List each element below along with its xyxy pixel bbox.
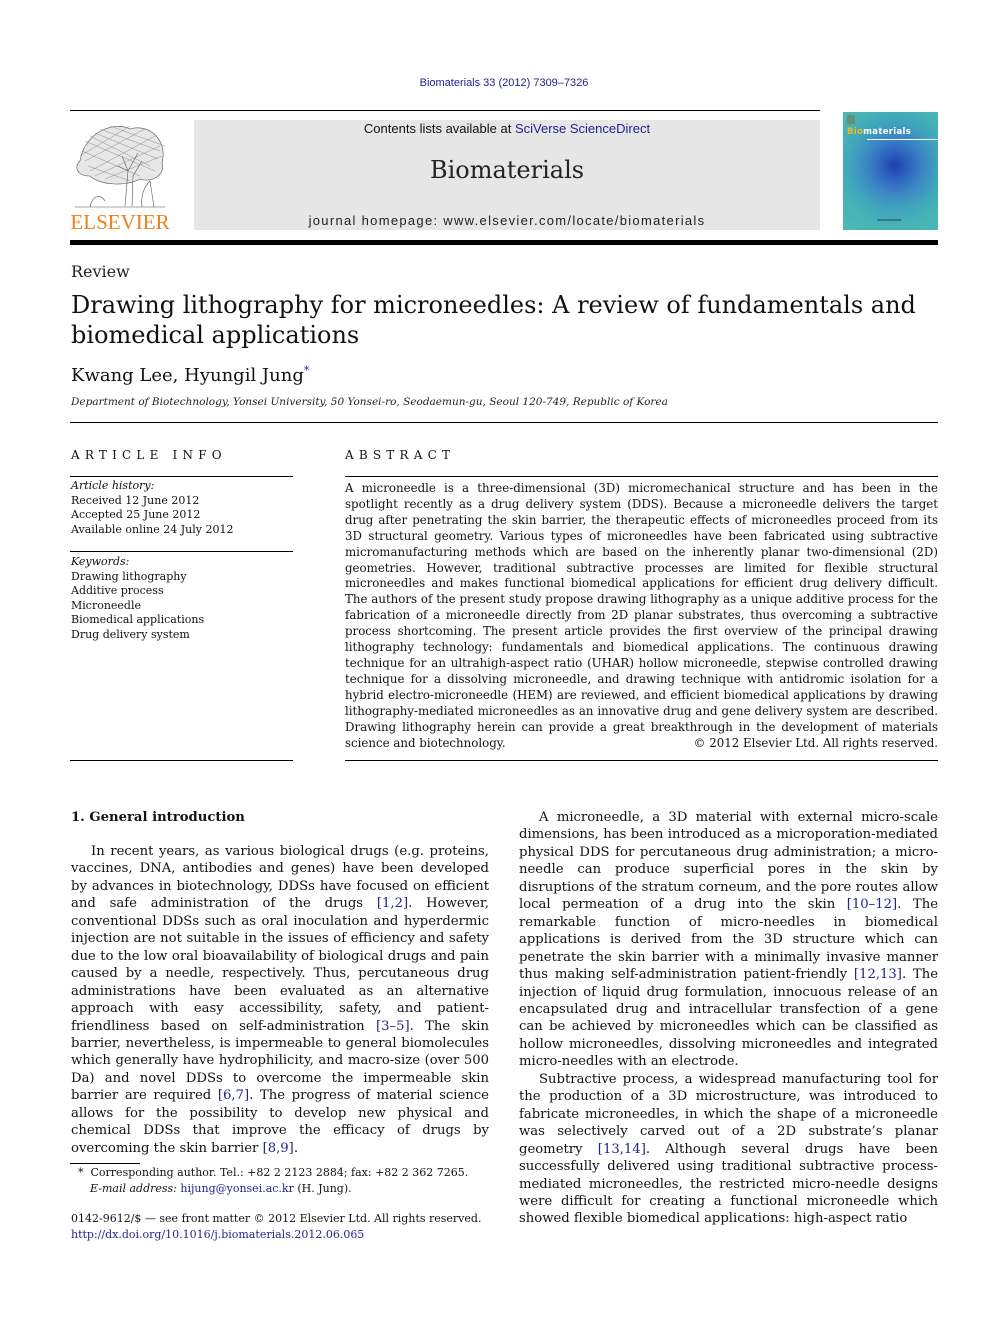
footnote-corresponding: * Corresponding author. Tel.: +82 2 2123… [78,1165,468,1181]
header-rule [70,110,820,111]
authors: Kwang Lee, Hyungil Jung* [71,364,309,386]
abstract-heading: ABSTRACT [345,448,456,462]
body-column-left: In recent years, as various biological d… [71,843,489,1157]
contents-line: Contents lists available at SciVerse Sci… [194,121,820,136]
article-info-divider [70,551,293,552]
paragraph: In recent years, as various biological d… [71,843,489,1157]
journal-homepage[interactable]: journal homepage: www.elsevier.com/locat… [194,213,820,228]
citation-link[interactable]: [13,14] [598,1142,646,1157]
cover-title-rest: materials [863,127,912,137]
citation-link[interactable]: [3–5] [376,1019,410,1034]
paragraph-text: . The injection of liquid drug formulati… [519,967,939,1070]
article-info-rule [70,476,293,477]
corresponding-author-mark[interactable]: * [304,364,310,377]
body-column-right: A microneedle, a 3D material with extern… [519,809,938,1228]
citation-link[interactable]: [10–12] [847,897,897,912]
elsevier-wordmark[interactable]: ELSEVIER [70,210,170,235]
history-online: Available online 24 July 2012 [71,522,234,536]
keyword-item: Drawing lithography [71,569,187,583]
email-link[interactable]: hijung@yonsei.ac.kr [180,1182,293,1195]
journal-cover-image[interactable]: Biomaterials [843,112,938,230]
section-heading-introduction: 1. General introduction [71,810,245,825]
title-rule [70,422,938,423]
citation-link[interactable]: [8,9] [263,1141,294,1156]
keywords: Keywords: Drawing lithography Additive p… [71,555,296,642]
paragraph-text: . [293,1140,299,1156]
cover-publisher-mark [847,115,855,124]
article-history: Article history: Received 12 June 2012 A… [71,479,296,537]
abstract-bottom-rule [345,760,938,761]
paragraph: Subtractive process, a widespread manufa… [519,1071,938,1228]
front-matter: 0142-9612/$ — see front matter © 2012 El… [71,1211,481,1242]
header-thick-rule [70,240,938,245]
contents-prefix: Contents lists available at [363,121,515,136]
affiliation: Department of Biotechnology, Yonsei Univ… [71,396,668,408]
abstract-text: A microneedle is a three-dimensional (3D… [345,481,938,750]
footnote: * Corresponding author. Tel.: +82 2 2123… [78,1165,468,1197]
cover-footer-mark [877,219,901,221]
footnote-email: E-mail address: hijung@yonsei.ac.kr (H. … [78,1181,468,1197]
citation-link[interactable]: [6,7] [218,1088,249,1103]
keyword-item: Biomedical applications [71,613,205,626]
article-title: Drawing lithography for microneedles: A … [71,291,916,349]
abstract-copyright: © 2012 Elsevier Ltd. All rights reserved… [693,736,938,750]
article-info-heading: ARTICLE INFO [71,448,227,462]
citation-link[interactable]: [12,13] [854,967,902,982]
cover-divider [867,139,938,140]
article-info-bottom-rule [70,760,293,761]
history-label: Article history: [71,479,155,492]
email-label: E-mail address: [90,1182,177,1195]
keyword-item: Microneedle [71,598,141,612]
footnote-mark: * [78,1166,84,1179]
journal-citation-link[interactable]: Biomaterials 33 (2012) 7309–7326 [0,77,992,89]
sciencedirect-link[interactable]: SciVerse ScienceDirect [515,121,650,136]
paragraph: A microneedle, a 3D material with extern… [519,809,938,1071]
issn-line: 0142-9612/$ — see front matter © 2012 El… [71,1212,482,1225]
history-accepted: Accepted 25 June 2012 [71,508,201,521]
keyword-item: Additive process [71,584,164,597]
citation-link[interactable]: [1,2] [377,896,408,911]
author-names: Kwang Lee, Hyungil Jung [71,365,304,386]
footnote-corresponding-text: Corresponding author. Tel.: +82 2 2123 2… [90,1166,469,1179]
history-received: Received 12 June 2012 [71,493,200,507]
doi-link[interactable]: http://dx.doi.org/10.1016/j.biomaterials… [71,1227,481,1243]
keywords-label: Keywords: [71,555,130,568]
cover-title: Biomaterials [847,127,911,137]
footnote-rule [70,1163,140,1164]
email-suffix: (H. Jung). [293,1182,352,1195]
cover-title-highlight: Bio [847,127,864,137]
keyword-item: Drug delivery system [71,627,190,641]
paragraph-text: . However, conventional DDSs such as ora… [71,896,489,1034]
elsevier-tree-logo-icon [75,125,166,208]
journal-name: Biomaterials [429,156,585,184]
abstract-rule [345,476,938,477]
article-type: Review [71,262,130,281]
